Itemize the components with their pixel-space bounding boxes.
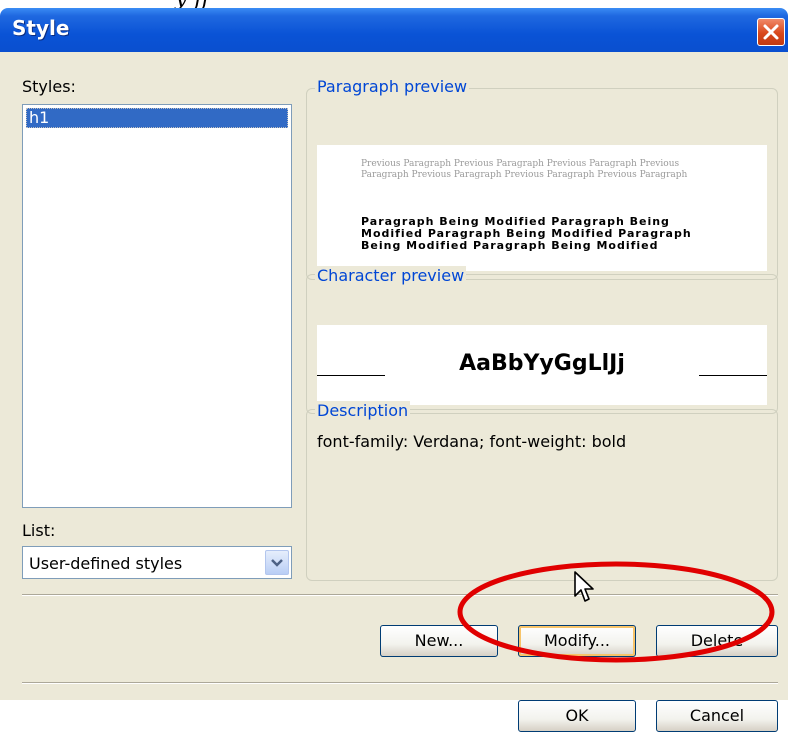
chevron-down-icon: [271, 559, 283, 567]
cancel-button[interactable]: Cancel: [656, 700, 778, 732]
character-sample: AaBbYyGgLlJj: [459, 351, 625, 376]
styles-list-item[interactable]: h1: [26, 108, 288, 128]
styles-listbox[interactable]: h1: [22, 104, 292, 508]
dialog-body: Styles: h1 List: User-defined styles Par…: [0, 52, 788, 732]
title-bar[interactable]: Style: [0, 8, 788, 52]
close-icon: [763, 24, 779, 40]
style-dialog: Style Styles: h1 List: User-defined styl…: [0, 8, 788, 732]
modify-button[interactable]: Modify...: [518, 625, 636, 657]
separator-top: [22, 594, 778, 596]
close-button[interactable]: [757, 18, 785, 46]
paragraph-preview-caption: Paragraph preview: [315, 77, 470, 96]
modified-paragraph-text: Paragraph Being Modified Paragraph Being…: [361, 215, 692, 252]
styles-label: Styles:: [22, 77, 76, 96]
description-caption: Description: [315, 401, 411, 420]
list-dropdown[interactable]: User-defined styles: [22, 546, 292, 579]
list-label: List:: [22, 521, 56, 540]
character-preview-caption: Character preview: [315, 266, 467, 285]
ok-button[interactable]: OK: [518, 700, 636, 732]
baseline-right: [699, 375, 767, 376]
list-dropdown-value: User-defined styles: [29, 554, 183, 573]
dropdown-button[interactable]: [265, 550, 289, 575]
window-title: Style: [12, 16, 70, 40]
description-text: font-family: Verdana; font-weight: bold: [317, 432, 627, 451]
delete-button[interactable]: Delete: [656, 625, 778, 657]
character-preview-pane: AaBbYyGgLlJj: [317, 325, 767, 405]
paragraph-preview-pane: Previous Paragraph Previous Paragraph Pr…: [317, 145, 767, 271]
new-button[interactable]: New...: [380, 625, 498, 657]
previous-paragraph-text: Previous Paragraph Previous Paragraph Pr…: [361, 159, 688, 180]
separator-bottom: [22, 682, 778, 684]
